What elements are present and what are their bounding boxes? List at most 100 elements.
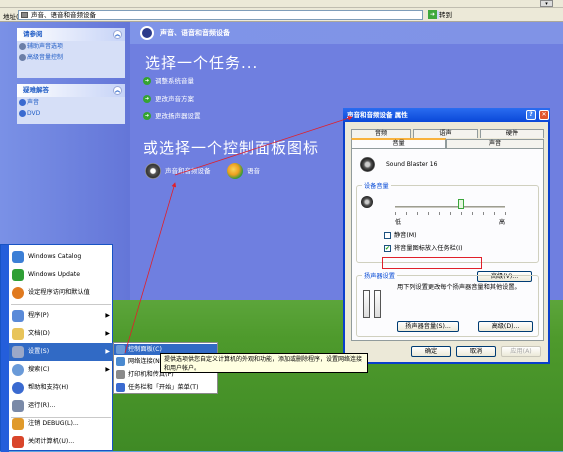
- menu-item-logoff[interactable]: 注销 DEBUG(L)...: [9, 415, 114, 433]
- menu-item-program-access[interactable]: 设定程序访问和默认值: [9, 284, 114, 302]
- arrow-right-icon: ➜: [143, 77, 151, 85]
- close-icon[interactable]: ✕: [539, 110, 549, 120]
- accessibility-icon: [19, 43, 26, 50]
- task-adjust-volume[interactable]: ➜ 调整系统音量: [143, 76, 194, 86]
- slider-tick: [428, 212, 429, 215]
- collapse-icon[interactable]: ︽: [113, 86, 122, 95]
- sidebar-item-accessibility-sound[interactable]: 辅助声音选项: [17, 41, 125, 52]
- apply-button[interactable]: 应用(A): [501, 346, 541, 357]
- tray-label: 将音量图标放入任务栏(I): [394, 245, 463, 252]
- catalog-icon: [12, 251, 24, 263]
- speakers-icon: [363, 290, 381, 318]
- tab-audio[interactable]: 音频: [351, 129, 411, 138]
- sidebar-item-sound[interactable]: 声音: [17, 97, 125, 108]
- task-label: 调整系统音量: [155, 77, 194, 85]
- mute-label: 静音(M): [394, 232, 417, 239]
- menu-item-windows-catalog[interactable]: Windows Catalog: [9, 248, 114, 266]
- menu-item-label: Windows Update: [28, 271, 80, 278]
- cp-sound-audio-devices[interactable]: 声音和音频设备: [145, 163, 211, 179]
- go-button[interactable]: ➜ 转到: [428, 10, 460, 20]
- help-icon[interactable]: ?: [526, 110, 536, 120]
- task-label: 更改声音方案: [155, 95, 194, 103]
- sidebar-item-label: DVD: [27, 110, 41, 117]
- toolbar-button[interactable]: ▾: [540, 0, 553, 7]
- menu-item-label: 程序(P): [28, 312, 49, 319]
- sidebar-item-volume-control[interactable]: 高级音量控制: [17, 52, 125, 63]
- volume-slider-track[interactable]: [395, 206, 505, 208]
- slider-tick: [494, 212, 495, 215]
- sidebar-item-label: 高级音量控制: [27, 54, 64, 61]
- tab-voice[interactable]: 语声: [413, 129, 478, 138]
- speech-icon: [227, 163, 243, 179]
- volume-high-label: 高: [499, 219, 506, 226]
- checkbox-box[interactable]: ✔: [384, 245, 391, 252]
- menu-item-label: 文档(D): [28, 330, 50, 337]
- menu-item-run[interactable]: 运行(R)...: [9, 397, 114, 415]
- speaker-volume-button[interactable]: 扬声器音量(S)...: [397, 321, 459, 332]
- menu-item-settings[interactable]: 设置(S) ▶: [9, 343, 114, 361]
- menu-item-shutdown[interactable]: 关闭计算机(U)...: [9, 433, 114, 451]
- category-header: 声音、语音和音频设备: [130, 22, 563, 44]
- menu-item-documents[interactable]: 文档(D) ▶: [9, 325, 114, 343]
- folder-icon: [21, 12, 28, 18]
- checkbox-box[interactable]: [384, 232, 391, 239]
- menu-item-label: 关闭计算机(U)...: [28, 438, 75, 445]
- menu-item-label: 帮助和支持(H): [28, 384, 69, 391]
- menu-item-label: 运行(R)...: [28, 402, 56, 409]
- sound-properties-dialog: 声音和音频设备 属性 ? ✕ 音频 语声 硬件 音量 声音 Sound Blas…: [343, 108, 550, 364]
- cp-speech[interactable]: 语音: [227, 163, 260, 179]
- sidebar-item-label: 辅助声音选项: [27, 43, 64, 50]
- task-change-speaker[interactable]: ➜ 更改扬声器设置: [143, 111, 201, 121]
- menu-item-label: Windows Catalog: [28, 253, 82, 260]
- address-bar: 地址(D) 声音、语音和音频设备 ▼ ➜转到: [0, 8, 563, 22]
- menu-item-search[interactable]: 搜索(C) ▶: [9, 361, 114, 379]
- menu-item-programs[interactable]: 程序(P) ▶: [9, 307, 114, 325]
- slider-tick: [450, 212, 451, 215]
- group-title: 扬声器设置: [362, 271, 397, 280]
- address-value: 声音、语音和音频设备: [31, 11, 96, 19]
- tab-sounds[interactable]: 声音: [446, 139, 544, 148]
- collapse-icon[interactable]: ︽: [113, 30, 122, 39]
- speaker-advanced-button[interactable]: 高级(D)...: [478, 321, 533, 332]
- menu-item-label: 搜索(C): [28, 366, 50, 373]
- menu-item-label: 注销 DEBUG(L)...: [28, 420, 79, 427]
- task-label: 更改扬声器设置: [155, 112, 201, 120]
- slider-tick: [439, 212, 440, 215]
- arrow-right-icon: ➜: [143, 95, 151, 103]
- volume-slider-thumb[interactable]: [458, 199, 464, 209]
- volume-tab-page: Sound Blaster 16 设备音量 低 高 静音(M) ✔ 将音量图标放入…: [351, 148, 544, 341]
- pick-control-panel-heading: 或选择一个控制面板图标: [143, 139, 320, 157]
- see-also-panel: 请参阅 ︽ 辅助声音选项 高级音量控制: [17, 28, 125, 78]
- speaker-icon: [145, 163, 161, 179]
- category-title: 声音、语音和音频设备: [160, 29, 230, 37]
- troubleshoot-header[interactable]: 疑难解答 ︽: [17, 84, 125, 97]
- address-input[interactable]: 声音、语音和音频设备 ▼: [18, 10, 439, 20]
- ok-button[interactable]: 确定: [411, 346, 451, 357]
- sidebar-item-dvd[interactable]: DVD: [17, 108, 125, 119]
- tab-hardware[interactable]: 硬件: [480, 129, 544, 138]
- power-icon: [12, 436, 24, 448]
- mute-checkbox[interactable]: 静音(M): [384, 231, 417, 240]
- task-change-scheme[interactable]: ➜ 更改声音方案: [143, 94, 194, 104]
- network-icon: [116, 357, 125, 366]
- menu-item-help[interactable]: 帮助和支持(H): [9, 379, 114, 397]
- help-icon: [12, 382, 24, 394]
- help-icon: [19, 99, 26, 106]
- volume-icon: [361, 196, 373, 208]
- dialog-title: 声音和音频设备 属性: [347, 111, 408, 119]
- documents-icon: [12, 328, 24, 340]
- submenu-item-taskbar[interactable]: 任务栏和「开始」菜单(T): [114, 382, 217, 393]
- dialog-title-bar[interactable]: 声音和音频设备 属性 ? ✕: [343, 108, 550, 122]
- printer-icon: [116, 370, 125, 379]
- submenu-item-label: 控制面板(C): [128, 346, 162, 353]
- tray-icon-checkbox[interactable]: ✔ 将音量图标放入任务栏(I): [384, 244, 463, 253]
- chevron-right-icon: ▶: [105, 330, 110, 337]
- speaker-icon: [140, 26, 154, 40]
- start-menu: Windows Catalog Windows Update 设定程序访问和默认…: [0, 244, 114, 452]
- tab-volume[interactable]: 音量: [351, 138, 446, 148]
- search-icon: [12, 364, 24, 376]
- cancel-button[interactable]: 取消: [456, 346, 496, 357]
- menu-item-windows-update[interactable]: Windows Update: [9, 266, 114, 284]
- see-also-header[interactable]: 请参阅 ︽: [17, 28, 125, 41]
- menu-separator: [11, 304, 111, 305]
